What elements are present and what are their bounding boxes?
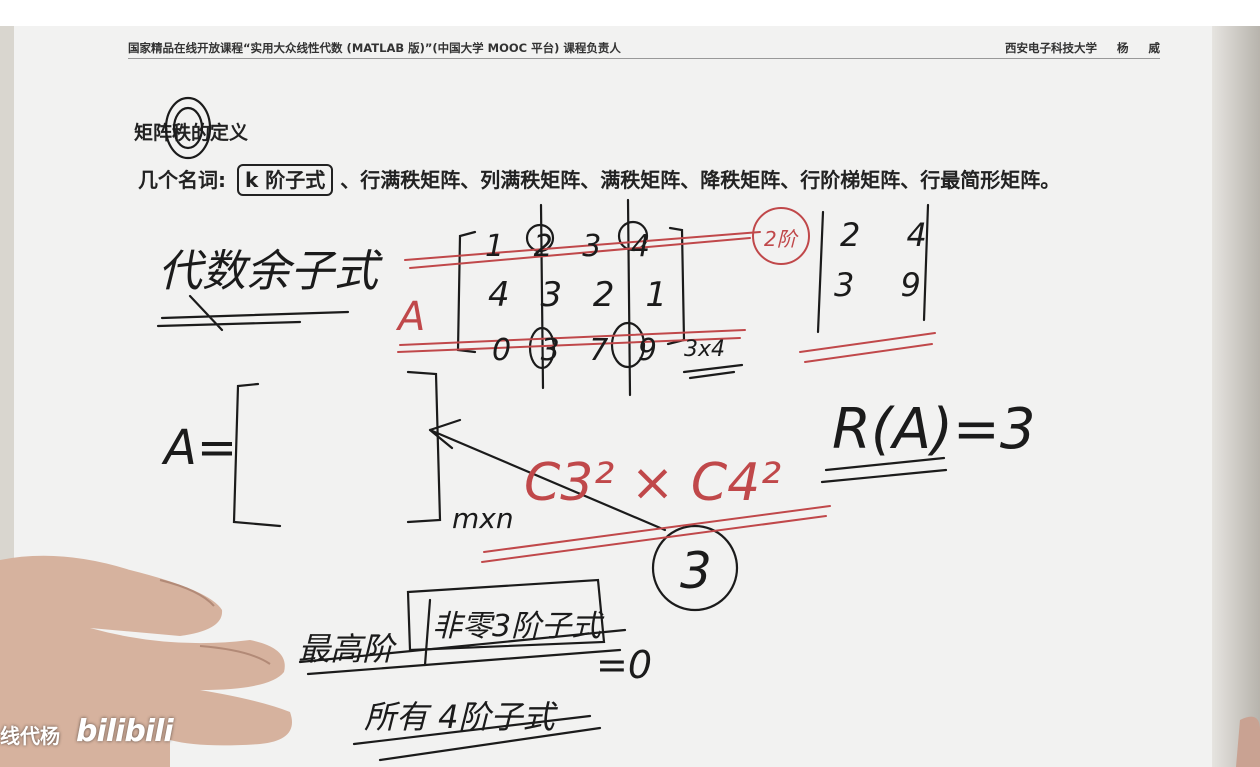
watermark-user: 线代杨 [0,724,60,748]
hand-photo [0,555,1260,767]
bilibili-logo: bilibili [76,714,174,749]
